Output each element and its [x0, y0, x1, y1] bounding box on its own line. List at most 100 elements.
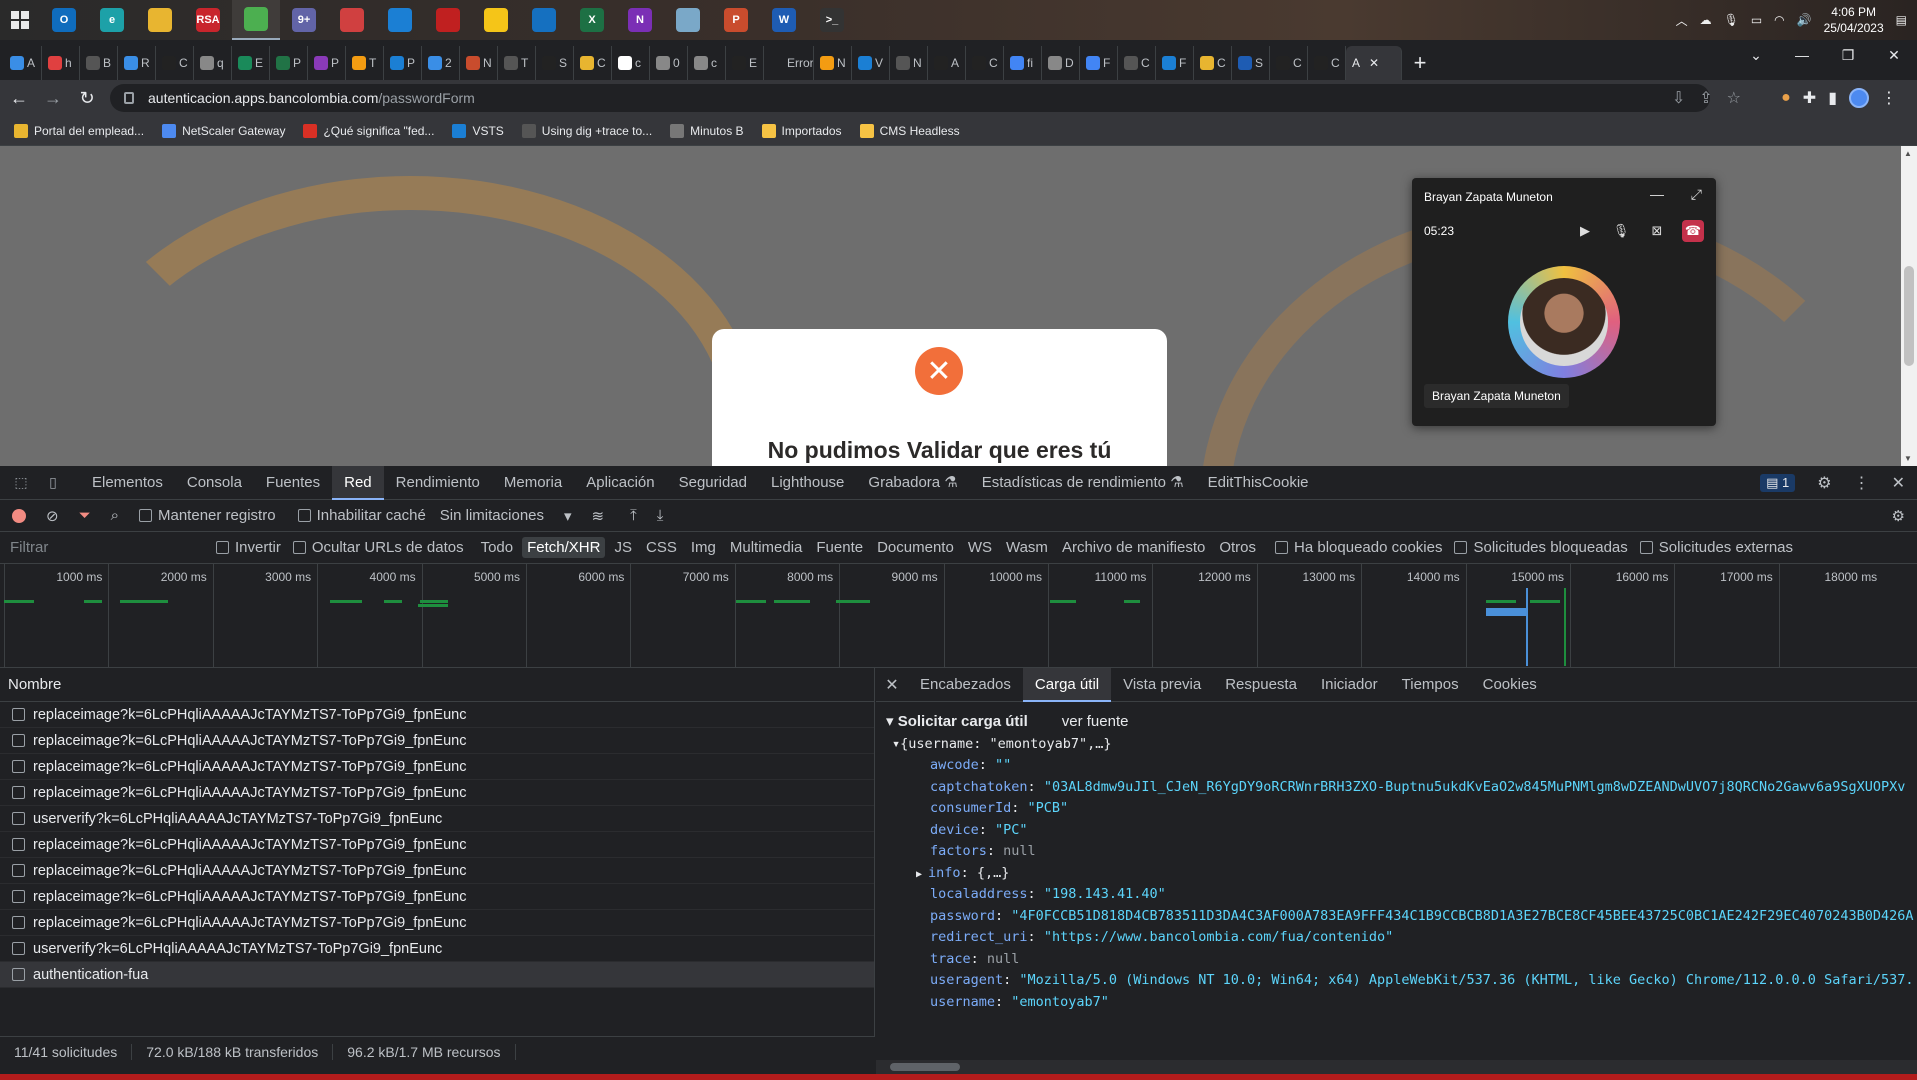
- details-tab[interactable]: Encabezados: [908, 668, 1023, 702]
- bookmark-item[interactable]: Importados: [761, 123, 842, 138]
- bookmark-item[interactable]: NetScaler Gateway: [162, 123, 285, 138]
- browser-tab[interactable]: T: [498, 46, 536, 80]
- filter-type-button[interactable]: Documento: [872, 537, 959, 558]
- restore-icon[interactable]: ❐: [1825, 40, 1871, 70]
- close-window-icon[interactable]: ✕: [1871, 40, 1917, 70]
- devtools-tab[interactable]: Lighthouse: [759, 466, 856, 500]
- request-checkbox[interactable]: [12, 786, 25, 799]
- browser-tab[interactable]: C: [1118, 46, 1156, 80]
- devtools-tab[interactable]: Seguridad: [667, 466, 759, 500]
- browser-tab[interactable]: C: [574, 46, 612, 80]
- share-screen-icon[interactable]: ⊠: [1646, 220, 1668, 242]
- bookmark-item[interactable]: VSTS: [452, 123, 504, 138]
- extensions-puzzle-icon[interactable]: ✚: [1803, 88, 1816, 108]
- table-row[interactable]: replaceimage?k=6LcPHqliAAAAAJcTAYMzTS7-T…: [0, 884, 874, 910]
- browser-tab[interactable]: E: [232, 46, 270, 80]
- browser-tab[interactable]: q: [194, 46, 232, 80]
- details-tab[interactable]: Carga útil: [1022, 668, 1112, 702]
- browser-tab[interactable]: Error: [764, 46, 814, 80]
- table-row[interactable]: replaceimage?k=6LcPHqliAAAAAJcTAYMzTS7-T…: [0, 910, 874, 936]
- taskbar-app-excel[interactable]: X: [568, 0, 616, 40]
- table-row[interactable]: replaceimage?k=6LcPHqliAAAAAJcTAYMzTS7-T…: [0, 832, 874, 858]
- devtools-tab[interactable]: EditThisCookie: [1196, 466, 1321, 500]
- request-checkbox[interactable]: [12, 968, 25, 981]
- back-icon[interactable]: ←: [4, 83, 34, 113]
- browser-tab[interactable]: P: [308, 46, 346, 80]
- taskbar-app-teams[interactable]: 9+: [280, 0, 328, 40]
- browser-tab[interactable]: F: [1080, 46, 1118, 80]
- lock-icon[interactable]: [124, 92, 134, 104]
- filter-input[interactable]: Filtrar: [6, 536, 216, 560]
- table-row[interactable]: userverify?k=6LcPHqliAAAAAJcTAYMzTS7-ToP…: [0, 936, 874, 962]
- table-row[interactable]: authentication-fua: [0, 962, 874, 988]
- side-panel-icon[interactable]: ▮: [1828, 88, 1837, 108]
- table-row[interactable]: replaceimage?k=6LcPHqliAAAAAJcTAYMzTS7-T…: [0, 702, 874, 728]
- filter-type-button[interactable]: WS: [963, 537, 997, 558]
- import-har-icon[interactable]: ⤒: [630, 507, 637, 524]
- taskbar-app-terminal[interactable]: >_: [808, 0, 856, 40]
- table-row[interactable]: replaceimage?k=6LcPHqliAAAAAJcTAYMzTS7-T…: [0, 858, 874, 884]
- devtools-tab[interactable]: Consola: [175, 466, 254, 500]
- browser-tab[interactable]: C: [966, 46, 1004, 80]
- taskbar-app-vpn[interactable]: [328, 0, 376, 40]
- page-scrollbar[interactable]: ▲ ▼: [1901, 146, 1917, 466]
- record-icon[interactable]: [12, 508, 26, 523]
- view-source-link[interactable]: ver fuente: [1062, 713, 1129, 730]
- new-tab-button[interactable]: +: [1402, 46, 1438, 80]
- browser-tab[interactable]: V: [852, 46, 890, 80]
- request-checkbox[interactable]: [12, 838, 25, 851]
- horizontal-scrollbar-thumb[interactable]: [890, 1063, 960, 1071]
- browser-tab[interactable]: 0: [650, 46, 688, 80]
- camera-off-icon[interactable]: ▶︎: [1574, 220, 1596, 242]
- browser-tab[interactable]: S: [1232, 46, 1270, 80]
- filter-type-button[interactable]: Fetch/XHR: [522, 537, 606, 558]
- filter-type-button[interactable]: JS: [609, 537, 637, 558]
- hang-up-icon[interactable]: ☎: [1682, 220, 1704, 242]
- bookmark-item[interactable]: Portal del emplead...: [14, 123, 144, 138]
- browser-tab[interactable]: C: [1194, 46, 1232, 80]
- details-tab[interactable]: Tiempos: [1390, 668, 1471, 702]
- payload-section-header[interactable]: ▾ Solicitar carga útil ver fuente: [886, 708, 1907, 734]
- active-tab[interactable]: A ✕: [1346, 46, 1402, 80]
- install-icon[interactable]: ⇩: [1672, 88, 1685, 108]
- browser-tab[interactable]: E: [726, 46, 764, 80]
- details-tab[interactable]: Respuesta: [1213, 668, 1309, 702]
- browser-tab[interactable]: A: [4, 46, 42, 80]
- blocked-requests-checkbox[interactable]: Solicitudes bloqueadas: [1454, 539, 1628, 556]
- microphone-icon[interactable]: 🎙: [1724, 13, 1739, 27]
- device-toolbar-icon[interactable]: ▯: [42, 472, 64, 494]
- minimize-call-icon[interactable]: —: [1650, 186, 1664, 202]
- request-checkbox[interactable]: [12, 916, 25, 929]
- bookmark-item[interactable]: CMS Headless: [859, 123, 960, 138]
- browser-tab[interactable]: S: [536, 46, 574, 80]
- issues-badge[interactable]: ▤ 1: [1760, 474, 1796, 492]
- browser-tab[interactable]: c: [688, 46, 726, 80]
- clear-icon[interactable]: ⊘: [46, 507, 59, 525]
- network-settings-icon[interactable]: ⚙: [1892, 507, 1905, 525]
- browser-tab[interactable]: R: [118, 46, 156, 80]
- request-checkbox[interactable]: [12, 890, 25, 903]
- cookie-extension-icon[interactable]: ●: [1781, 89, 1791, 107]
- request-checkbox[interactable]: [12, 708, 25, 721]
- onedrive-icon[interactable]: ☁: [1700, 13, 1712, 27]
- browser-tab[interactable]: h: [42, 46, 80, 80]
- filter-icon[interactable]: ⏷: [79, 507, 91, 524]
- name-column-header[interactable]: Nombre: [0, 668, 874, 702]
- network-overview-timeline[interactable]: 1000 ms 2000 ms 3000 ms 4000 ms 5000 ms 6000 …: [0, 564, 1917, 668]
- taskbar-app-word[interactable]: W: [760, 0, 808, 40]
- filter-type-button[interactable]: Archivo de manifiesto: [1057, 537, 1210, 558]
- close-devtools-icon[interactable]: ✕: [1892, 473, 1905, 493]
- taskbar-app-powerpoint[interactable]: P: [712, 0, 760, 40]
- request-checkbox[interactable]: [12, 760, 25, 773]
- tab-search-icon[interactable]: ⌄: [1733, 40, 1779, 70]
- filter-type-button[interactable]: Img: [686, 537, 721, 558]
- hide-data-urls-checkbox[interactable]: Ocultar URLs de datos: [292, 539, 464, 556]
- browser-tab[interactable]: P: [384, 46, 422, 80]
- request-checkbox[interactable]: [12, 942, 25, 955]
- browser-tab[interactable]: D: [1042, 46, 1080, 80]
- browser-tab[interactable]: A: [928, 46, 966, 80]
- devtools-tab[interactable]: Grabadora ⚗: [856, 466, 969, 500]
- bookmark-star-icon[interactable]: ☆: [1727, 88, 1741, 108]
- payload-field[interactable]: ▶ info: {,…}: [886, 863, 1907, 885]
- devtools-tab[interactable]: Aplicación: [574, 466, 666, 500]
